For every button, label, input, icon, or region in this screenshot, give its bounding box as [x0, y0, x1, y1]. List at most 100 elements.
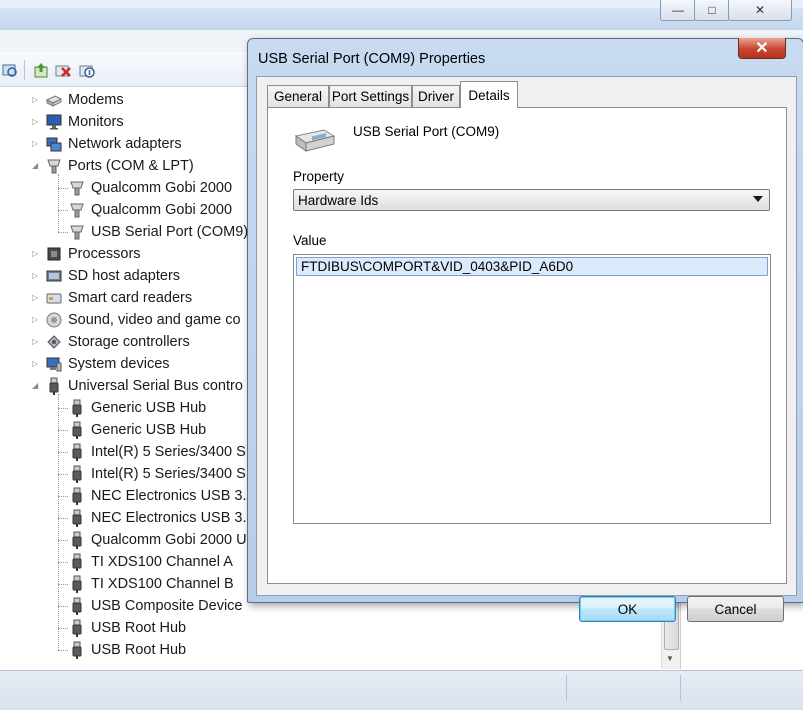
expand-icon[interactable]: ▷ [32, 360, 40, 368]
tree-connector [58, 518, 68, 519]
value-listbox[interactable]: FTDIBUS\COMPORT&VID_0403&PID_A6D0 [293, 254, 771, 524]
tree-connector [58, 628, 68, 629]
dialog-title: USB Serial Port (COM9) Properties [258, 51, 486, 67]
tree-device[interactable]: Qualcomm Gobi 2000 U [68, 529, 247, 551]
expand-icon[interactable]: ▷ [32, 250, 40, 258]
tree-device[interactable]: USB Root Hub [68, 639, 186, 661]
chevron-down-icon [753, 196, 763, 202]
tree-item-label: Sound, video and game co [68, 312, 241, 328]
tree-connector [58, 562, 68, 563]
tree-item-label: TI XDS100 Channel A [91, 554, 233, 570]
scan-hardware-icon[interactable] [2, 62, 18, 78]
tree-category[interactable]: Processors [45, 243, 141, 265]
dialog-close-button[interactable]: ✕ [738, 38, 786, 59]
tree-item-label: USB Composite Device [91, 598, 243, 614]
tree-device[interactable]: Generic USB Hub [68, 397, 206, 419]
expand-icon[interactable]: ▷ [32, 338, 40, 346]
tree-item-label: Modems [68, 92, 124, 108]
tree-item-label: TI XDS100 Channel B [91, 576, 234, 592]
tree-connector [58, 584, 68, 585]
tree-item-label: Qualcomm Gobi 2000 U [91, 532, 247, 548]
tree-category[interactable]: Network adapters [45, 133, 182, 155]
tree-device[interactable]: NEC Electronics USB 3.0 [68, 507, 255, 529]
tab-label: Port Settings [331, 89, 410, 104]
properties-dialog: USB Serial Port (COM9) Properties ✕ Gene… [247, 38, 803, 622]
minimize-icon[interactable]: — [660, 0, 696, 21]
usb-icon [68, 509, 86, 527]
tree-device[interactable]: Intel(R) 5 Series/3400 S [68, 463, 246, 485]
collapse-icon[interactable]: ◢ [32, 162, 40, 170]
tree-device[interactable]: USB Serial Port (COM9) [68, 221, 248, 243]
status-separator [680, 675, 681, 701]
usb-icon [68, 465, 86, 483]
value-list-item[interactable]: FTDIBUS\COMPORT&VID_0403&PID_A6D0 [296, 257, 768, 276]
tree-device[interactable]: Qualcomm Gobi 2000 [68, 199, 232, 221]
usb-icon [68, 619, 86, 637]
expand-icon[interactable]: ▷ [32, 272, 40, 280]
maximize-icon[interactable]: □ [694, 0, 730, 21]
tree-connector [58, 474, 68, 475]
tab-label: General [273, 89, 323, 104]
usb-icon [68, 399, 86, 417]
tree-category[interactable]: SD host adapters [45, 265, 180, 287]
processor-icon [45, 245, 63, 263]
usb-icon [68, 553, 86, 571]
tree-item-label: Network adapters [68, 136, 182, 152]
tree-category[interactable]: Smart card readers [45, 287, 192, 309]
tree-category[interactable]: Storage controllers [45, 331, 190, 353]
tree-connector [58, 394, 59, 650]
tree-device[interactable]: NEC Electronics USB 3.0 [68, 485, 255, 507]
tree-category[interactable]: Modems [45, 89, 124, 111]
expand-icon[interactable]: ▷ [32, 118, 40, 126]
monitor-icon [45, 113, 63, 131]
port-icon [68, 179, 86, 197]
tree-category[interactable]: Universal Serial Bus contro [45, 375, 243, 397]
property-select[interactable]: Hardware Ids [293, 189, 770, 211]
tree-device[interactable]: Qualcomm Gobi 2000 [68, 177, 232, 199]
status-separator [566, 675, 567, 701]
scroll-down-icon[interactable]: ▼ [666, 654, 674, 663]
usb-icon [68, 443, 86, 461]
tab-general[interactable]: General [267, 85, 329, 107]
expand-icon[interactable]: ▷ [32, 316, 40, 324]
tree-device[interactable]: Intel(R) 5 Series/3400 S [68, 441, 246, 463]
storage-controller-icon [45, 333, 63, 351]
tree-item-label: Universal Serial Bus contro [68, 378, 243, 394]
expand-icon[interactable]: ▷ [32, 140, 40, 148]
tab-label: Driver [418, 89, 454, 104]
port-icon [68, 201, 86, 219]
cancel-button[interactable]: Cancel [687, 596, 784, 622]
tree-connector [58, 606, 68, 607]
collapse-icon[interactable]: ◢ [32, 382, 40, 390]
tree-connector [58, 430, 68, 431]
uninstall-icon[interactable] [55, 62, 71, 78]
tab-driver[interactable]: Driver [412, 85, 460, 107]
expand-icon[interactable]: ▷ [32, 96, 40, 104]
property-select-value: Hardware Ids [298, 193, 379, 208]
tree-item-label: USB Root Hub [91, 620, 187, 636]
tab-label: Details [468, 87, 510, 103]
tree-device[interactable]: Generic USB Hub [68, 419, 206, 441]
tree-device[interactable]: USB Root Hub [68, 617, 186, 639]
speaker-icon [45, 311, 63, 329]
smart-card-icon [45, 289, 63, 307]
tree-device[interactable]: TI XDS100 Channel A [68, 551, 233, 573]
device-manager-titlebar: — □ ✕ [0, 0, 803, 31]
tree-device[interactable]: TI XDS100 Channel B [68, 573, 234, 595]
tree-category[interactable]: Ports (COM & LPT) [45, 155, 194, 177]
disable-icon[interactable] [79, 62, 95, 78]
expand-icon[interactable]: ▷ [32, 294, 40, 302]
tree-category[interactable]: Monitors [45, 111, 124, 133]
update-driver-icon[interactable] [33, 62, 49, 78]
ok-button[interactable]: OK [579, 596, 676, 622]
tree-category[interactable]: System devices [45, 353, 170, 375]
tree-category[interactable]: Sound, video and game co [45, 309, 241, 331]
tree-connector [58, 210, 68, 211]
tree-item-label: Generic USB Hub [91, 422, 207, 438]
close-icon[interactable]: ✕ [728, 0, 792, 21]
tree-device[interactable]: USB Composite Device [68, 595, 243, 617]
network-adapter-icon [45, 135, 63, 153]
tab-details[interactable]: Details [460, 81, 518, 108]
tree-connector [58, 540, 68, 541]
tab-port-settings[interactable]: Port Settings [329, 85, 412, 107]
